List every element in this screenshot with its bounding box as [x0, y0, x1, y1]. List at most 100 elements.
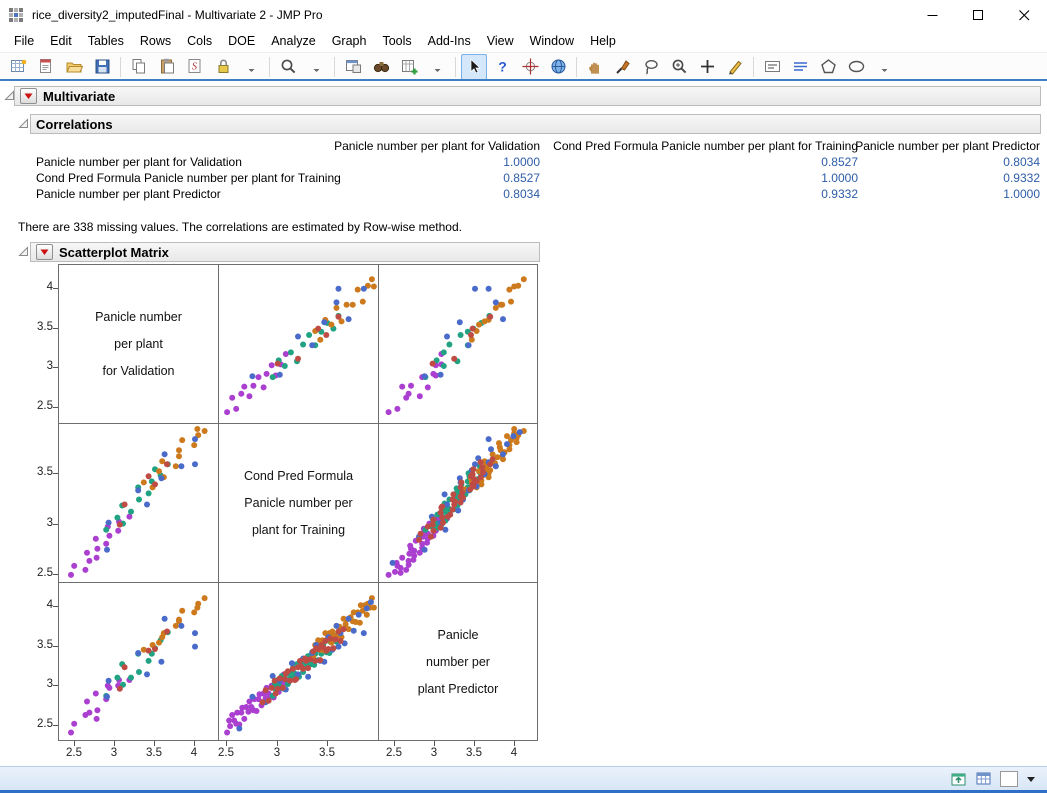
correlations-disclosure-triangle-icon[interactable] — [18, 118, 29, 129]
group-caret-icon[interactable] — [238, 54, 264, 80]
toolbar-separator — [120, 57, 121, 77]
lines-annotate-icon[interactable] — [787, 54, 813, 80]
add-journal-icon[interactable] — [396, 54, 422, 80]
menu-item-rows[interactable]: Rows — [132, 32, 179, 50]
scatter-plot[interactable] — [219, 265, 379, 424]
menu-item-window[interactable]: Window — [522, 32, 582, 50]
toolbar-separator — [269, 57, 270, 77]
grabber-tool-icon[interactable] — [582, 54, 608, 80]
arrow-tool-icon[interactable] — [461, 54, 487, 80]
window-title: rice_diversity2_imputedFinal - Multivari… — [32, 8, 323, 22]
corr-row-label: Panicle number per plant for Validation — [36, 155, 336, 169]
lock-icon[interactable] — [210, 54, 236, 80]
menu-item-help[interactable]: Help — [582, 32, 624, 50]
corr-row-label: Cond Pred Formula Panicle number per pla… — [36, 171, 336, 185]
menu-item-analyze[interactable]: Analyze — [263, 32, 323, 50]
x-axis-tick-label: 2.5 — [377, 747, 411, 759]
maximize-button[interactable] — [955, 0, 1001, 30]
search-icon[interactable] — [275, 54, 301, 80]
correlations-header-bar: Correlations — [30, 114, 1041, 134]
corr-value: 0.8034 — [858, 155, 1040, 169]
binoculars-icon[interactable] — [368, 54, 394, 80]
menu-item-tables[interactable]: Tables — [80, 32, 132, 50]
x-axis-tick-mark — [434, 741, 435, 746]
matrix-diagonal-cell: Panicle numberper plantfor Validation — [58, 264, 218, 423]
crosshair-tool-icon[interactable] — [517, 54, 543, 80]
y-axis-tick-label: 3 — [27, 360, 53, 372]
scatterplot-menu-button[interactable] — [36, 244, 53, 260]
corr-column-header: Cond Pred Formula Panicle number per pla… — [540, 139, 858, 153]
y-axis-tick-label: 3.5 — [27, 466, 53, 478]
menu-item-graph[interactable]: Graph — [324, 32, 375, 50]
plus-tool-icon[interactable] — [694, 54, 720, 80]
copy-icon[interactable] — [126, 54, 152, 80]
matrix-diagonal-label-line: Cond Pred Formula — [244, 469, 353, 483]
menu-item-cols[interactable]: Cols — [179, 32, 220, 50]
brush-tool-icon[interactable] — [610, 54, 636, 80]
scatter-plot[interactable] — [379, 424, 539, 583]
formula-icon[interactable]: S — [182, 54, 208, 80]
report-body: Multivariate Correlations Panicle number… — [0, 81, 1047, 766]
menu-item-file[interactable]: File — [6, 32, 42, 50]
matrix-diagonal-cell: Cond Pred FormulaPanicle number perplant… — [218, 423, 378, 582]
globe-tool-icon[interactable] — [545, 54, 571, 80]
scatter-plot[interactable] — [219, 583, 379, 742]
polygon-annotate-icon[interactable] — [815, 54, 841, 80]
y-axis-tick-label: 2.5 — [27, 718, 53, 730]
window-journal-icon[interactable] — [340, 54, 366, 80]
toolbar-separator — [334, 57, 335, 77]
selection-color-swatch[interactable] — [1000, 771, 1018, 787]
text-box-icon[interactable] — [759, 54, 785, 80]
menu-item-edit[interactable]: Edit — [42, 32, 80, 50]
matrix-scatter-cell[interactable] — [378, 264, 538, 423]
status-caret-down-icon[interactable] — [1025, 774, 1037, 784]
x-axis-tick-label: 4 — [497, 747, 531, 759]
menu-item-doe[interactable]: DOE — [220, 32, 263, 50]
menu-item-view[interactable]: View — [479, 32, 522, 50]
scatterplot-disclosure-triangle-icon[interactable] — [18, 246, 29, 257]
help-tool-icon[interactable]: ? — [489, 54, 515, 80]
save-icon[interactable] — [89, 54, 115, 80]
group-caret-icon[interactable] — [871, 54, 897, 80]
lasso-tool-icon[interactable] — [638, 54, 664, 80]
matrix-scatter-cell[interactable] — [218, 582, 378, 741]
matrix-scatter-cell[interactable] — [58, 582, 218, 741]
home-window-icon[interactable] — [949, 769, 968, 788]
open-icon[interactable] — [61, 54, 87, 80]
menu-item-tools[interactable]: Tools — [374, 32, 419, 50]
matrix-scatter-cell[interactable] — [58, 423, 218, 582]
pencil-tool-icon[interactable] — [722, 54, 748, 80]
new-data-table-icon[interactable] — [5, 54, 31, 80]
magnifier-tool-icon[interactable] — [666, 54, 692, 80]
corr-value: 0.9332 — [540, 187, 858, 201]
jmp-app-icon — [8, 7, 24, 23]
x-axis-tick-label: 2.5 — [57, 747, 91, 759]
menu-bar: FileEditTablesRowsColsDOEAnalyzeGraphToo… — [0, 30, 1047, 52]
group-caret-icon[interactable] — [303, 54, 329, 80]
scatter-plot[interactable] — [379, 265, 539, 424]
scatter-plot[interactable] — [59, 424, 219, 583]
matrix-scatter-cell[interactable] — [378, 423, 538, 582]
scatter-plot[interactable] — [59, 583, 219, 742]
paste-icon[interactable] — [154, 54, 180, 80]
corr-table-row: Panicle number per plant Predictor0.8034… — [36, 186, 1040, 202]
oval-annotate-icon[interactable] — [843, 54, 869, 80]
matrix-scatter-cell[interactable] — [218, 264, 378, 423]
multivariate-menu-button[interactable] — [20, 88, 37, 104]
matrix-diagonal-label-line: Panicle — [438, 628, 479, 642]
minimize-button[interactable] — [909, 0, 955, 30]
x-axis-tick-label: 3 — [97, 747, 131, 759]
corr-value: 0.9332 — [858, 171, 1040, 185]
menu-item-addins[interactable]: Add-Ins — [420, 32, 479, 50]
y-axis-tick-label: 2.5 — [27, 400, 53, 412]
x-axis-tick-label: 4 — [177, 747, 211, 759]
corr-value: 0.8527 — [540, 155, 858, 169]
matrix-diagonal-cell: Paniclenumber perplant Predictor — [378, 582, 538, 741]
x-axis-tick-label: 2.5 — [209, 747, 243, 759]
data-grid-icon[interactable] — [974, 769, 993, 788]
group-caret-icon[interactable] — [424, 54, 450, 80]
y-axis-tick-label: 4 — [27, 281, 53, 293]
close-button[interactable] — [1001, 0, 1047, 30]
new-journal-icon[interactable] — [33, 54, 59, 80]
scatterplot-title: Scatterplot Matrix — [59, 245, 169, 260]
